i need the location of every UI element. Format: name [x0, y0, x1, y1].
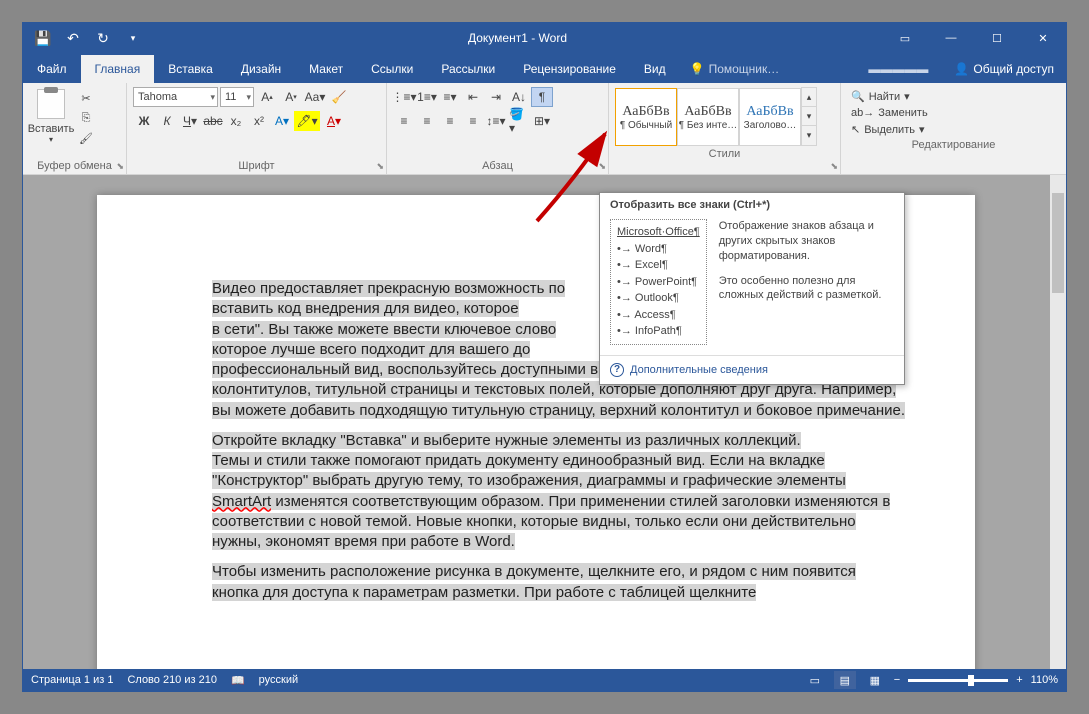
tab-home[interactable]: Главная: [81, 55, 155, 83]
qat-more-icon[interactable]: ▾: [123, 28, 143, 48]
title-bar: 💾 ↶ ↻ ▾ Документ1 - Word ▭ — ☐ ✕: [23, 23, 1066, 53]
align-right-button[interactable]: ≡: [439, 111, 461, 131]
strike-button[interactable]: abc: [202, 111, 224, 131]
align-center-button[interactable]: ≡: [416, 111, 438, 131]
underline-button[interactable]: Ч▾: [179, 111, 201, 131]
zoom-in-button[interactable]: +: [1016, 674, 1022, 686]
view-print-icon[interactable]: ▤: [834, 671, 856, 689]
superscript-button[interactable]: x²: [248, 111, 270, 131]
line-spacing-button[interactable]: ↕≡▾: [485, 111, 507, 131]
style-heading1[interactable]: АаБбВв Заголово…: [739, 88, 801, 146]
subscript-button[interactable]: x₂: [225, 111, 247, 131]
grow-font-button[interactable]: A▴: [256, 87, 278, 107]
user-account[interactable]: ▬▬▬▬▬: [854, 55, 942, 83]
clipboard-launcher[interactable]: ⬊: [116, 161, 124, 172]
minimize-button[interactable]: —: [928, 23, 974, 53]
close-button[interactable]: ✕: [1020, 23, 1066, 53]
multilevel-button[interactable]: ≡▾: [439, 87, 461, 107]
bullets-button[interactable]: ⋮≡▾: [393, 87, 415, 107]
ribbon-display-icon[interactable]: ▭: [882, 23, 928, 53]
tooltip-show-marks: Отобразить все знаки (Ctrl+*) Microsoft·…: [599, 192, 905, 385]
redo-icon[interactable]: ↻: [93, 28, 113, 48]
save-icon[interactable]: 💾: [33, 28, 53, 48]
font-size-combo[interactable]: 11: [220, 87, 254, 107]
status-words[interactable]: Слово 210 из 210: [127, 674, 217, 686]
decrease-indent-button[interactable]: ⇤: [462, 87, 484, 107]
align-left-button[interactable]: ≡: [393, 111, 415, 131]
change-case-button[interactable]: Aa▾: [304, 87, 326, 107]
zoom-out-button[interactable]: −: [894, 674, 900, 686]
zoom-slider[interactable]: [908, 679, 1008, 682]
maximize-button[interactable]: ☐: [974, 23, 1020, 53]
tab-layout[interactable]: Макет: [295, 55, 357, 83]
view-read-icon[interactable]: ▭: [804, 671, 826, 689]
tab-view[interactable]: Вид: [630, 55, 680, 83]
copy-icon[interactable]: ⎘: [77, 109, 95, 127]
view-web-icon[interactable]: ▦: [864, 671, 886, 689]
tooltip-title: Отобразить все знаки (Ctrl+*): [600, 193, 904, 215]
share-button[interactable]: 👤 Общий доступ: [942, 55, 1066, 83]
tell-me-input[interactable]: 💡 Помощник…: [680, 55, 855, 83]
paste-button[interactable]: Вставить ▾: [29, 87, 73, 144]
cut-icon[interactable]: ✂: [77, 89, 95, 107]
zoom-level[interactable]: 110%: [1031, 674, 1058, 686]
group-clipboard: Вставить ▾ ✂ ⎘ 🖌 Буфер обмена ⬊: [23, 83, 127, 174]
tooltip-more-link[interactable]: ? Дополнительные сведения: [600, 355, 904, 384]
shrink-font-button[interactable]: A▾: [280, 87, 302, 107]
sort-button[interactable]: A↓: [508, 87, 530, 107]
window-title: Документ1 - Word: [153, 31, 882, 45]
font-name-combo[interactable]: Tahoma: [133, 87, 218, 107]
clear-format-button[interactable]: 🧹: [328, 87, 350, 107]
group-font: Tahoma 11 A▴ A▾ Aa▾ 🧹 Ж К Ч▾ abc x₂ x² A…: [127, 83, 387, 174]
status-page[interactable]: Страница 1 из 1: [31, 674, 113, 686]
group-editing: 🔍 Найти ▾ ab→ Заменить ↖ Выделить ▾ Реда…: [841, 83, 1066, 174]
group-styles: АаБбВв ¶ Обычный АаБбВв ¶ Без инте… АаБб…: [609, 83, 841, 174]
select-button[interactable]: ↖ Выделить ▾: [847, 122, 1060, 137]
styles-scroll[interactable]: ▴▾▾: [801, 87, 817, 146]
app-window: 💾 ↶ ↻ ▾ Документ1 - Word ▭ — ☐ ✕ Файл Гл…: [22, 22, 1067, 692]
borders-button[interactable]: ⊞▾: [531, 111, 553, 131]
highlight-button[interactable]: 🖊▾: [294, 111, 320, 131]
text-effects-button[interactable]: A▾: [271, 111, 293, 131]
status-bar: Страница 1 из 1 Слово 210 из 210 📖 русск…: [23, 669, 1066, 691]
find-button[interactable]: 🔍 Найти ▾: [847, 89, 1060, 104]
tab-file[interactable]: Файл: [23, 55, 81, 83]
format-painter-icon[interactable]: 🖌: [77, 129, 95, 147]
status-language[interactable]: русский: [259, 674, 298, 686]
tooltip-description: Отображение знаков абзаца и других скрыт…: [719, 219, 894, 345]
bold-button[interactable]: Ж: [133, 111, 155, 131]
tooltip-preview: Microsoft·Office¶ •→ Word¶ •→ Excel¶ •→ …: [610, 219, 707, 345]
tab-insert[interactable]: Вставка: [154, 55, 227, 83]
quick-access-toolbar: 💾 ↶ ↻ ▾: [23, 28, 153, 48]
style-normal[interactable]: АаБбВв ¶ Обычный: [615, 88, 677, 146]
show-marks-button[interactable]: ¶: [531, 87, 553, 107]
group-paragraph: ⋮≡▾ 1≡▾ ≡▾ ⇤ ⇥ A↓ ¶ ≡ ≡ ≡ ≡ ↕≡▾ 🪣▾ ⊞▾: [387, 83, 609, 174]
document-area: Видео предоставляет прекрасную возможнос…: [23, 175, 1066, 669]
justify-button[interactable]: ≡: [462, 111, 484, 131]
vertical-scrollbar[interactable]: [1050, 175, 1066, 669]
window-controls: ▭ — ☐ ✕: [882, 23, 1066, 53]
tab-review[interactable]: Рецензирование: [509, 55, 630, 83]
ribbon: Вставить ▾ ✂ ⎘ 🖌 Буфер обмена ⬊ Tahoma 1…: [23, 83, 1066, 175]
undo-icon[interactable]: ↶: [63, 28, 83, 48]
replace-button[interactable]: ab→ Заменить: [847, 106, 1060, 120]
help-icon: ?: [610, 363, 624, 377]
styles-launcher[interactable]: ⬊: [830, 161, 838, 172]
tab-mailings[interactable]: Рассылки: [427, 55, 509, 83]
font-launcher[interactable]: ⬊: [376, 161, 384, 172]
tab-references[interactable]: Ссылки: [357, 55, 427, 83]
numbering-button[interactable]: 1≡▾: [416, 87, 438, 107]
tab-design[interactable]: Дизайн: [227, 55, 295, 83]
font-color-button[interactable]: A▾: [321, 111, 347, 131]
status-proofing-icon[interactable]: 📖: [231, 674, 245, 687]
increase-indent-button[interactable]: ⇥: [485, 87, 507, 107]
paste-icon: [37, 89, 65, 119]
italic-button[interactable]: К: [156, 111, 178, 131]
shading-button[interactable]: 🪣▾: [508, 111, 530, 131]
ribbon-tabs: Файл Главная Вставка Дизайн Макет Ссылки…: [23, 53, 1066, 83]
style-no-spacing[interactable]: АаБбВв ¶ Без инте…: [677, 88, 739, 146]
paragraph-launcher[interactable]: ⬊: [598, 161, 606, 172]
